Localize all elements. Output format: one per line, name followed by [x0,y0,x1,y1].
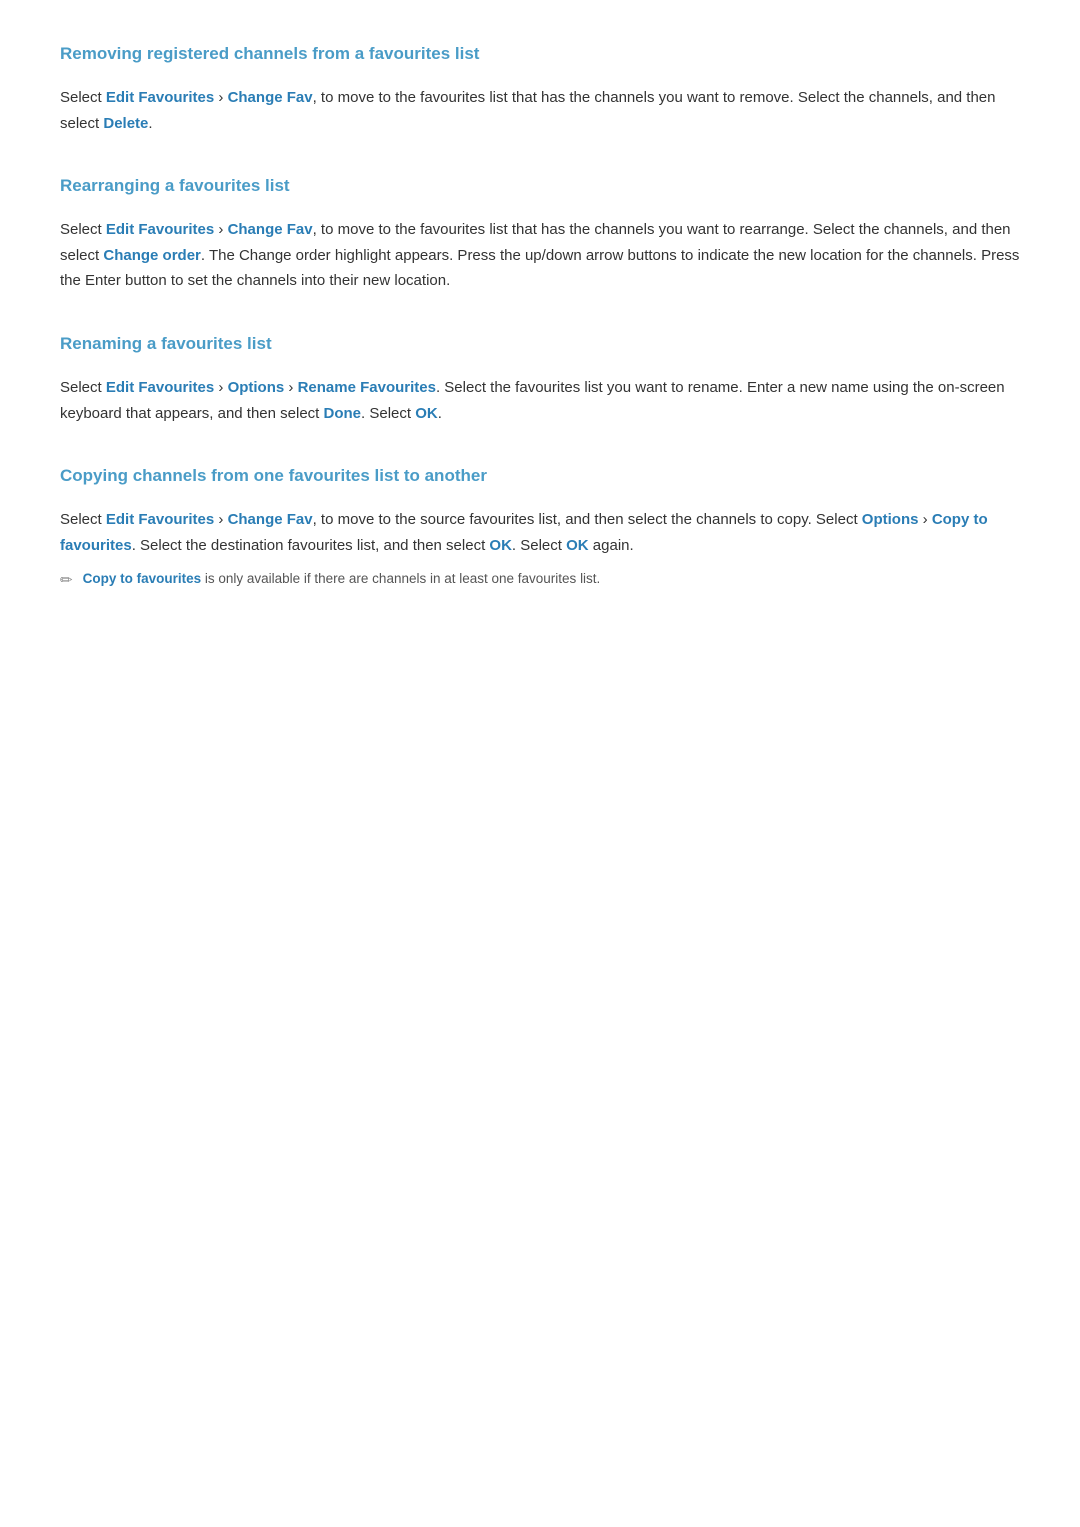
section-title-removing: Removing registered channels from a favo… [60,40,1020,71]
inline-highlight: Options [862,511,919,528]
inline-highlight: OK [489,537,512,554]
inline-highlight: Change order [103,247,201,264]
section-body-copying: Select Edit Favourites › Change Fav, to … [60,507,1020,558]
inline-highlight: Change Fav [228,221,313,238]
pencil-icon: ✏ [60,569,73,593]
inline-highlight: Edit Favourites [106,379,214,396]
section-body-renaming: Select Edit Favourites › Options › Renam… [60,375,1020,426]
inline-highlight: Options [228,379,285,396]
app-container: Removing registered channels from a favo… [60,40,1020,593]
inline-highlight: Edit Favourites [106,221,214,238]
inline-highlight: OK [566,537,589,554]
note-row-copying: ✏ Copy to favourites is only available if… [60,568,1020,593]
inline-highlight: Done [324,405,362,422]
section-title-rearranging: Rearranging a favourites list [60,172,1020,203]
inline-highlight: Edit Favourites [106,89,214,106]
inline-highlight: Rename Favourites [298,379,436,396]
inline-highlight: OK [415,405,438,422]
section-title-copying: Copying channels from one favourites lis… [60,462,1020,493]
inline-highlight: Edit Favourites [106,511,214,528]
section-body-rearranging: Select Edit Favourites › Change Fav, to … [60,217,1020,294]
inline-highlight: Delete [103,115,148,132]
section-body-removing: Select Edit Favourites › Change Fav, to … [60,85,1020,136]
inline-highlight: Change Fav [228,89,313,106]
inline-highlight: Change Fav [228,511,313,528]
section-rearranging: Rearranging a favourites list Select Edit… [60,172,1020,294]
section-title-renaming: Renaming a favourites list [60,330,1020,361]
section-copying: Copying channels from one favourites lis… [60,462,1020,593]
section-removing: Removing registered channels from a favo… [60,40,1020,136]
note-text-copying: Copy to favourites is only available if … [83,568,601,590]
note-highlight: Copy to favourites [83,571,202,586]
section-renaming: Renaming a favourites list Select Edit Fa… [60,330,1020,426]
